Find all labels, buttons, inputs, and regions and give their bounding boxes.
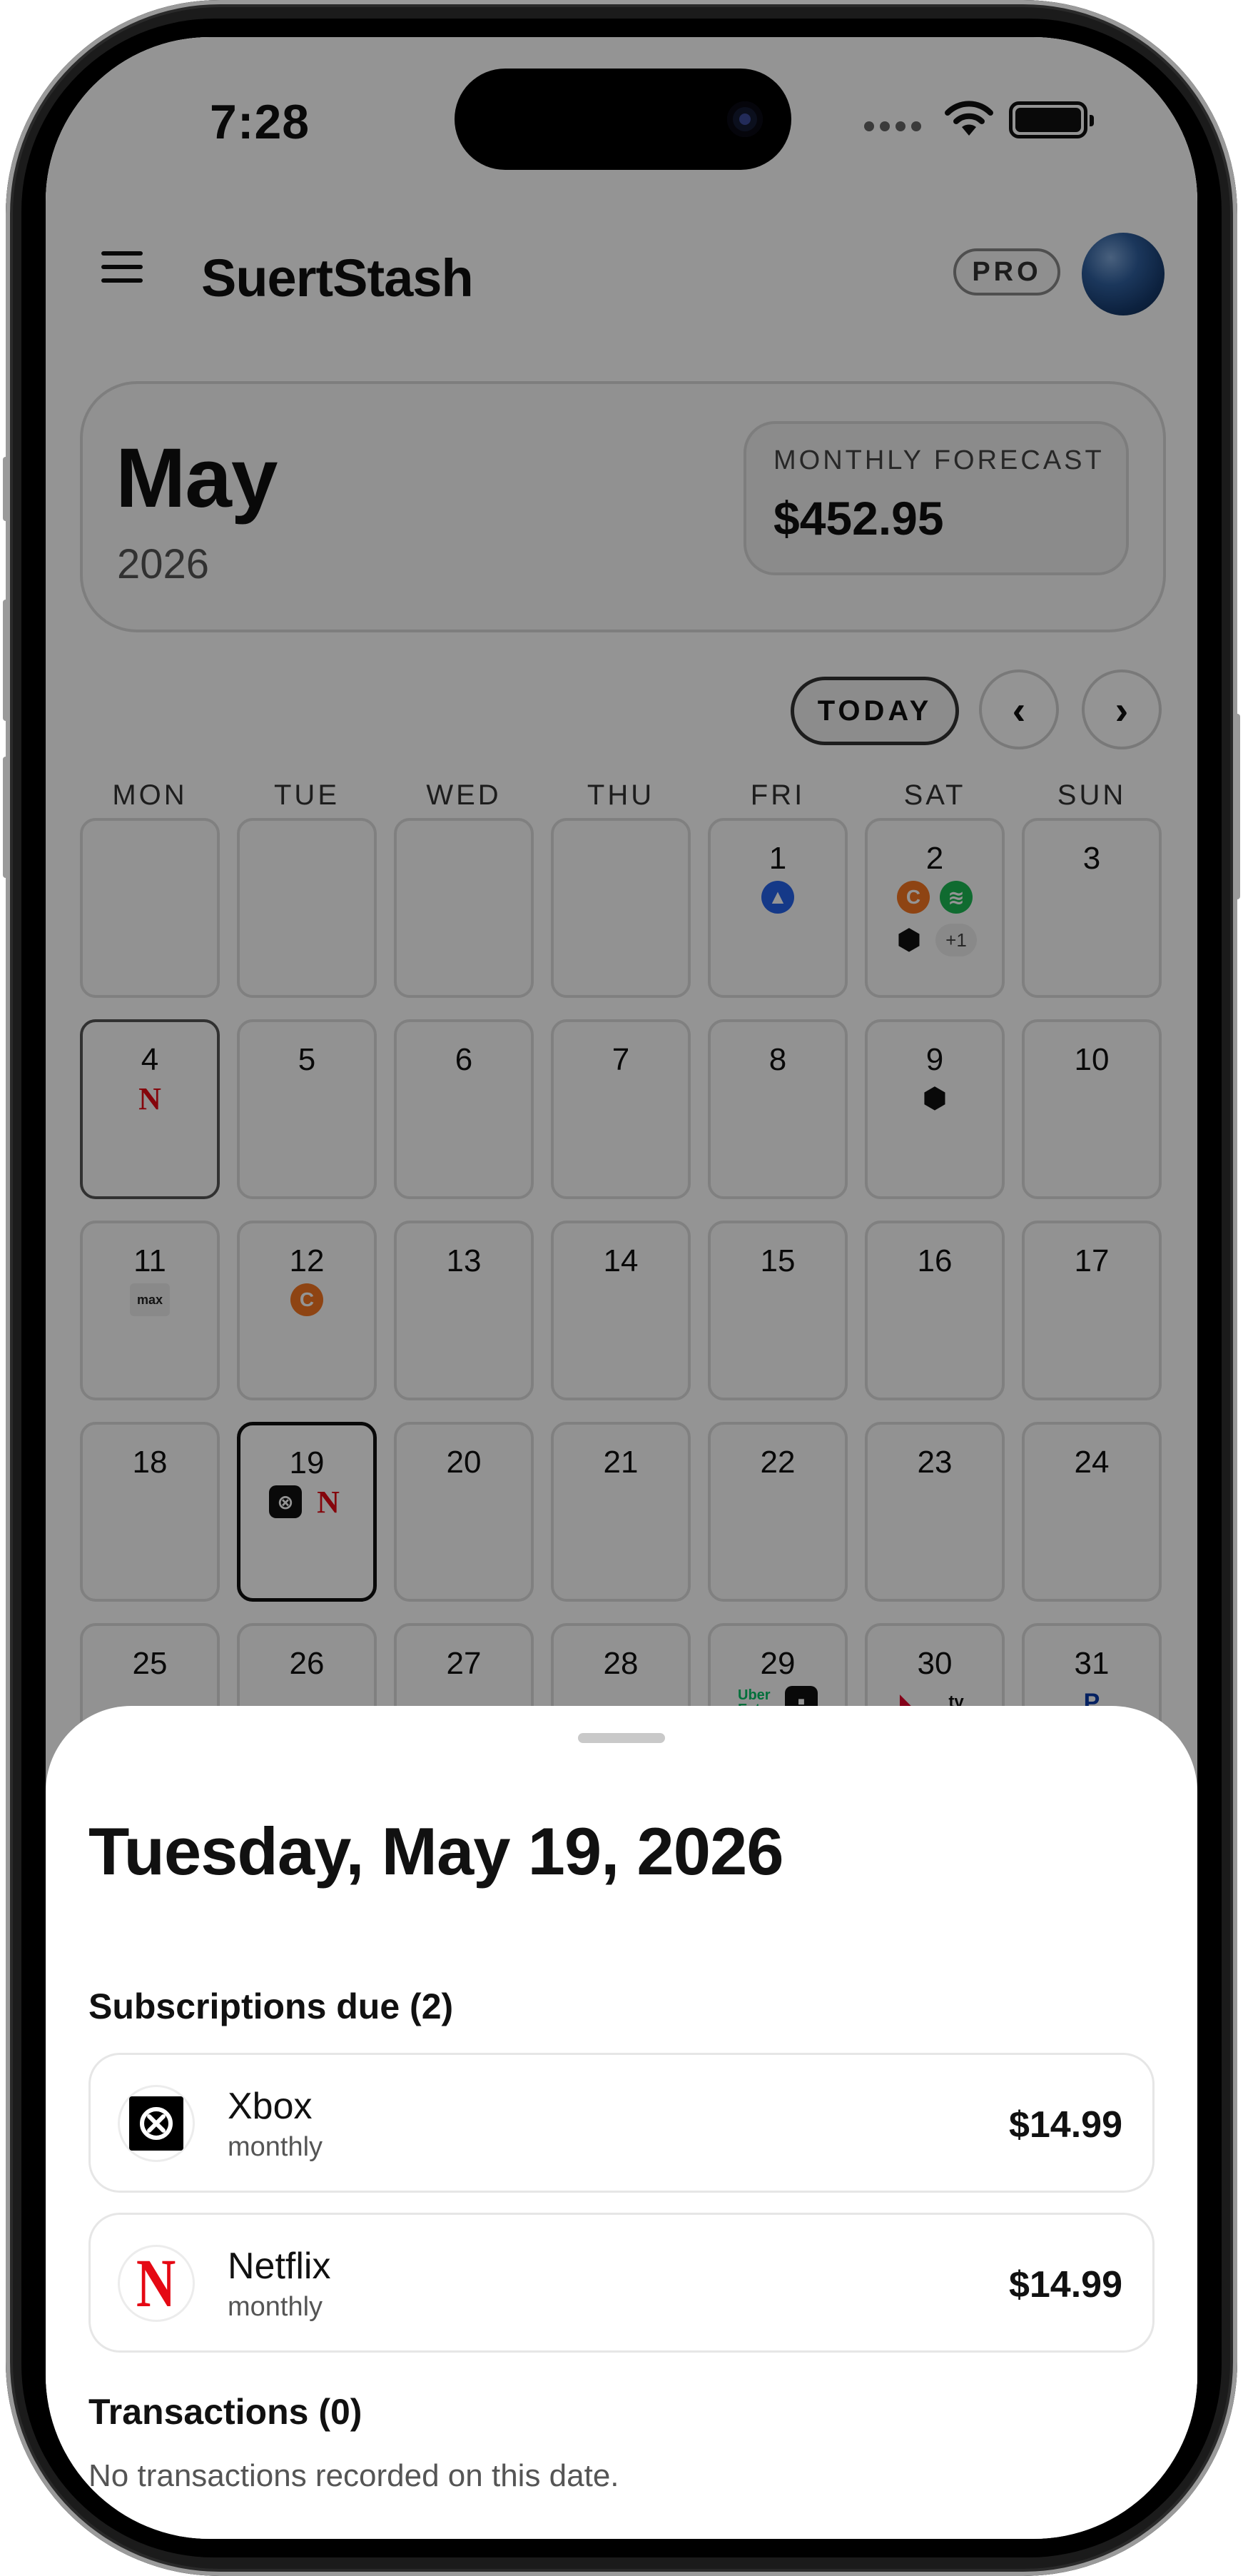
subscription-name: Netflix [228,2246,331,2287]
subscription-cycle: monthly [228,2132,323,2162]
power-button [1233,714,1240,899]
screen: 7:28 SuertStash PRO May 2026 MONTHLY FOR… [46,37,1197,2539]
subscription-name: Xbox [228,2086,313,2127]
action-button [3,457,10,521]
subscriptions-heading: Subscriptions due (2) [88,1986,454,2026]
transactions-heading: Transactions (0) [88,2392,362,2432]
volume-up-button [3,600,10,721]
subscription-price: $14.99 [1008,2264,1122,2305]
subscription-card-netflix[interactable]: N Netflix monthly $14.99 [88,2213,1155,2353]
subscription-price: $14.99 [1008,2104,1122,2146]
volume-down-button [3,757,10,878]
sheet-grabber[interactable] [578,1733,665,1743]
netflix-icon: N [118,2245,195,2322]
subscription-card-xbox[interactable]: Xbox monthly $14.99 [88,2053,1155,2193]
xbox-icon [118,2085,195,2162]
transactions-empty-message: No transactions recorded on this date. [88,2458,619,2493]
sheet-title: Tuesday, May 19, 2026 [88,1814,784,1889]
subscription-cycle: monthly [228,2292,323,2322]
